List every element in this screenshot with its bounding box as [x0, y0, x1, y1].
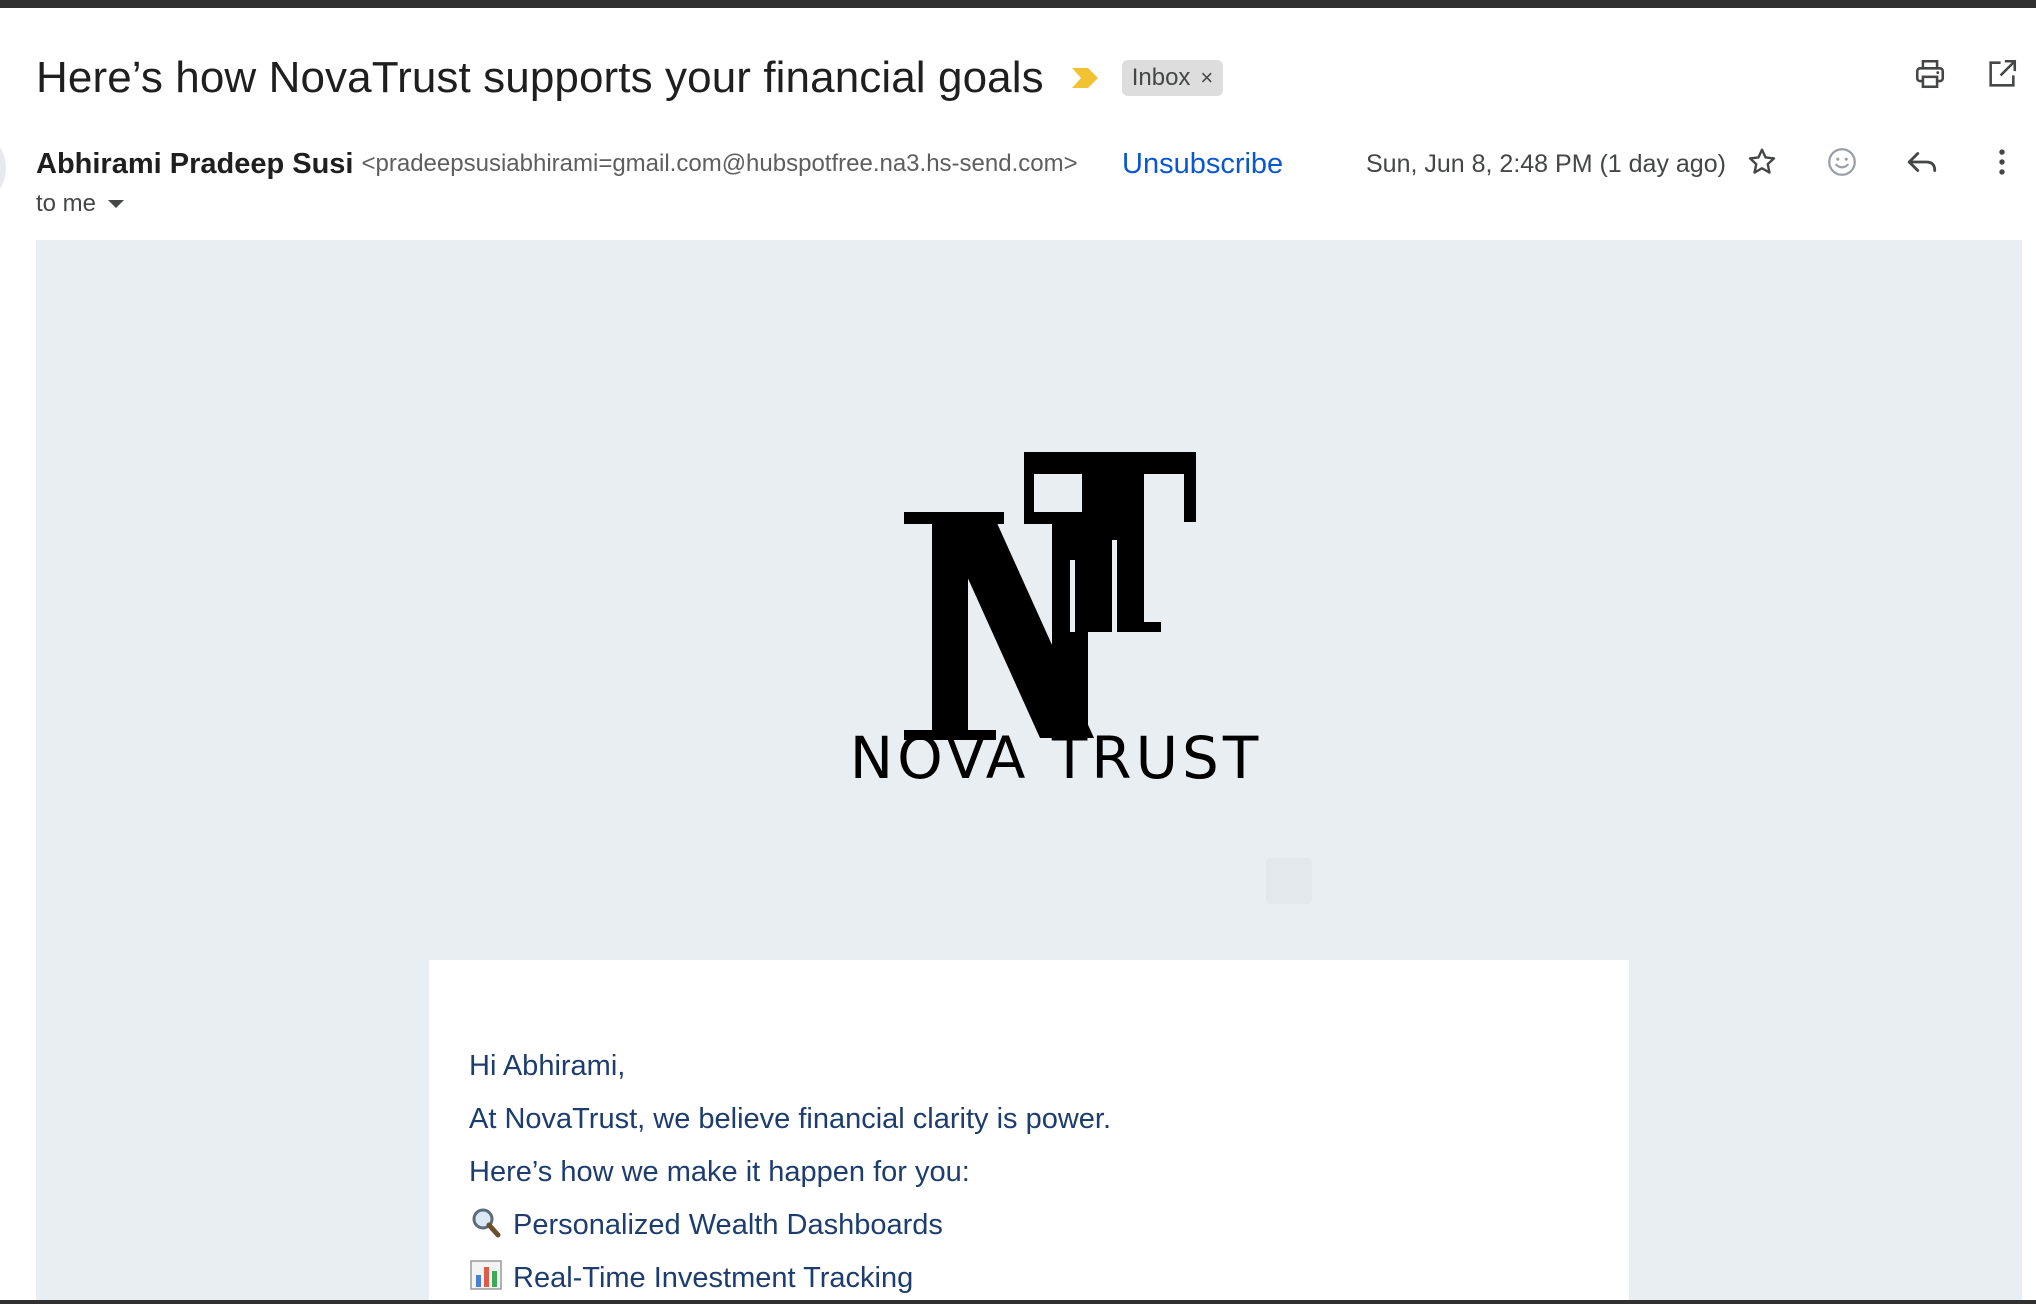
- print-icon: [1913, 57, 1947, 96]
- window-bottom-edge: [0, 1300, 2036, 1304]
- reply-button[interactable]: [1894, 136, 1950, 192]
- greeting-line: Hi Abhirami,: [469, 1050, 626, 1082]
- more-vert-icon: [1985, 145, 2019, 184]
- email-date: Sun, Jun 8, 2:48 PM (1 day ago): [1366, 150, 1726, 178]
- add-reaction-button[interactable]: [1814, 136, 1870, 192]
- chevron-down-icon: [108, 200, 125, 208]
- lead-in-line: Here’s how we make it happen for you:: [469, 1156, 970, 1188]
- window-top-strip: [0, 0, 2036, 8]
- email-subject: Here’s how NovaTrust supports your finan…: [36, 53, 1044, 102]
- unsubscribe-link[interactable]: Unsubscribe: [1122, 144, 1283, 184]
- star-icon: [1746, 146, 1778, 183]
- feature-item: Personalized Wealth Dashboards: [469, 1199, 1111, 1252]
- open-in-new-window-button[interactable]: [1974, 48, 2030, 104]
- sender-email: <pradeepsusiabhirami=gmail.com@hubspotfr…: [361, 150, 1078, 177]
- feature-label: Real-Time Investment Tracking: [513, 1262, 914, 1294]
- recipient-details-toggle[interactable]: to me: [36, 188, 125, 220]
- sender-name[interactable]: Abhirami Pradeep Susi: [36, 148, 354, 181]
- feature-label: Personalized Wealth Dashboards: [513, 1209, 943, 1241]
- feature-item: Real-Time Investment Tracking: [469, 1252, 1111, 1304]
- magnifying-glass-icon: [469, 1203, 505, 1238]
- sender-avatar[interactable]: [0, 140, 6, 196]
- add-reaction-icon: [1825, 145, 1859, 184]
- open-in-new-window-icon: [1985, 57, 2019, 96]
- label-chip-text: Inbox: [1131, 64, 1191, 91]
- broken-image-placeholder: [1266, 858, 1312, 904]
- email-text-block: Hi Abhirami, At NovaTrust, we believe fi…: [469, 1040, 1111, 1304]
- logo-text: NOVA TRUST: [850, 724, 1262, 792]
- remove-label-button[interactable]: ×: [1200, 65, 1213, 91]
- intro-line: At NovaTrust, we believe financial clari…: [469, 1103, 1112, 1135]
- bar-chart-icon: [469, 1256, 505, 1290]
- star-button[interactable]: [1734, 136, 1790, 192]
- subject-row: Here’s how NovaTrust supports your finan…: [36, 44, 1224, 112]
- print-button[interactable]: [1902, 48, 1958, 104]
- sender-row: Abhirami Pradeep Susi <pradeepsusiabhira…: [36, 144, 1078, 184]
- importance-marker-icon[interactable]: [1070, 63, 1100, 93]
- reply-icon: [1905, 145, 1939, 184]
- email-body: NOVA TRUST Hi Abhirami, At NovaTrust, we…: [36, 240, 2022, 1304]
- recipient-label: to me: [36, 190, 97, 217]
- email-content-card: Hi Abhirami, At NovaTrust, we believe fi…: [429, 960, 1629, 1304]
- more-options-button[interactable]: [1974, 136, 2030, 192]
- label-chip-inbox: Inbox ×: [1121, 60, 1224, 96]
- nova-trust-logo: NOVA TRUST: [842, 440, 1262, 800]
